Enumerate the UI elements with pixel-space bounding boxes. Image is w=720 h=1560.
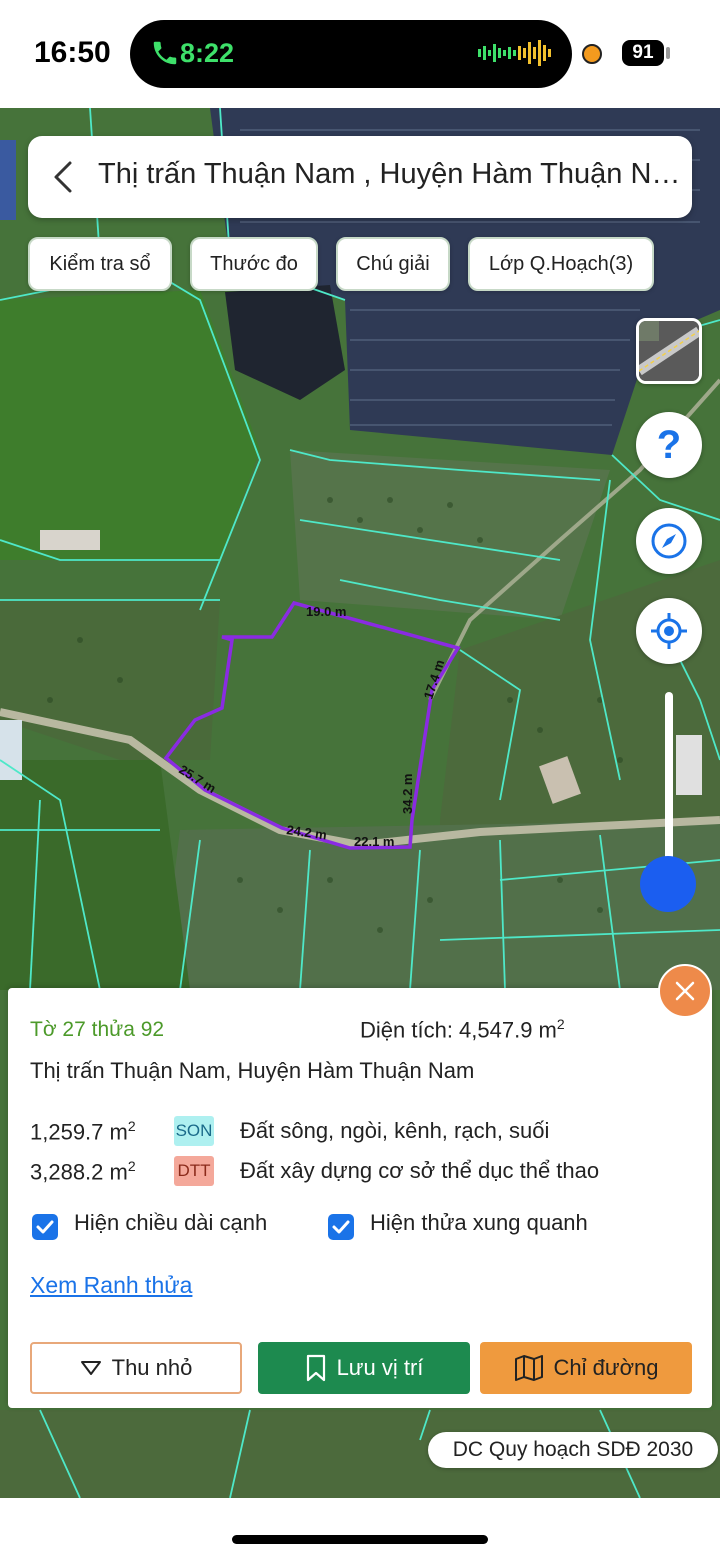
land-use-area: 1,259.7 m2 (30, 1118, 136, 1145)
triangle-down-icon (80, 1361, 101, 1375)
land-use-row: 3,288.2 m2 DTT Đất xây dựng cơ sở thể dụ… (30, 1156, 690, 1188)
save-location-label: Lưu vị trí (336, 1355, 424, 1380)
show-edge-length-checkbox[interactable] (32, 1214, 58, 1240)
road-map-thumbnail-icon (639, 321, 699, 381)
help-button[interactable]: ? (636, 412, 702, 478)
map-fold-icon (514, 1355, 543, 1381)
view-boundary-link[interactable]: Xem Ranh thửa (30, 1272, 192, 1299)
land-use-description: Đất xây dựng cơ sở thể dục thể thao (240, 1158, 600, 1183)
minimize-button[interactable]: Thu nhỏ (30, 1342, 242, 1394)
measure-tool-button[interactable]: Thước đo (190, 237, 318, 291)
land-use-area: 3,288.2 m2 (30, 1158, 136, 1185)
location-search-bar[interactable]: Thị trấn Thuận Nam , Huyện Hàm Thuận Nam (28, 136, 692, 218)
checkmark-icon (332, 1220, 350, 1234)
edge-label: 22.1 m (354, 834, 394, 849)
house (0, 720, 22, 780)
legend-button[interactable]: Chú giải (336, 237, 450, 291)
planning-layer-badge[interactable]: DC Quy hoạch SDĐ 2030 (428, 1432, 718, 1468)
opacity-slider-handle[interactable] (640, 856, 696, 912)
call-duration: 8:22 (180, 38, 235, 68)
close-sheet-button[interactable] (658, 964, 712, 1018)
planning-layer-button[interactable]: Lớp Q.Hoạch(3) (468, 237, 654, 291)
audio-wave-icon (478, 40, 551, 66)
edge-label: 34.2 m (400, 774, 415, 814)
home-indicator[interactable] (232, 1535, 488, 1544)
close-icon (675, 981, 695, 1001)
recording-indicator-icon (582, 44, 602, 64)
parcel-address: Thị trấn Thuận Nam, Huyện Hàm Thuận Nam (30, 1058, 475, 1083)
battery-icon: 91 (622, 40, 664, 66)
bookmark-icon (306, 1354, 325, 1382)
land-use-code-badge: SON (174, 1116, 214, 1146)
show-edge-length-label[interactable]: Hiện chiều dài cạnh (74, 1210, 267, 1236)
status-time: 16:50 (34, 36, 111, 69)
phone-icon (153, 41, 177, 65)
status-bar: 16:50 8:22 91 (0, 0, 720, 108)
edge-label: 19.0 m (306, 604, 346, 619)
checkmark-icon (36, 1220, 54, 1234)
house (676, 735, 702, 795)
save-location-button[interactable]: Lưu vị trí (258, 1342, 470, 1394)
parcel-info-sheet: Tờ 27 thửa 92 Diện tích: 4,547.9 m2 Thị … (8, 988, 712, 1408)
house (0, 140, 16, 220)
location-title: Thị trấn Thuận Nam , Huyện Hàm Thuận Nam (98, 158, 684, 190)
back-chevron-icon[interactable] (48, 160, 78, 194)
parcel-area: Diện tích: 4,547.9 m2 (360, 1016, 565, 1043)
help-icon: ? (656, 422, 682, 467)
parcel-id: Tờ 27 thửa 92 (30, 1018, 165, 1041)
minimize-label: Thu nhỏ (111, 1355, 193, 1380)
house (40, 530, 100, 550)
land-use-code-badge: DTT (174, 1156, 214, 1186)
crosshair-location-icon (651, 613, 687, 649)
show-neighbors-checkbox[interactable] (328, 1214, 354, 1240)
check-title-deed-button[interactable]: Kiểm tra sổ (28, 237, 172, 291)
compass-button[interactable] (636, 508, 702, 574)
dynamic-island[interactable]: 8:22 (130, 20, 572, 88)
map-layer-toggle[interactable] (636, 318, 702, 384)
show-neighbors-label[interactable]: Hiện thửa xung quanh (370, 1210, 588, 1236)
land-use-description: Đất sông, ngòi, kênh, rạch, suối (240, 1118, 550, 1143)
directions-label: Chỉ đường (553, 1355, 659, 1380)
battery-cap (666, 47, 670, 59)
my-location-button[interactable] (636, 598, 702, 664)
land-use-row: 1,259.7 m2 SON Đất sông, ngòi, kênh, rạc… (30, 1116, 690, 1148)
compass-icon (651, 523, 687, 559)
opacity-slider-track[interactable] (665, 692, 673, 882)
directions-button[interactable]: Chỉ đường (480, 1342, 692, 1394)
